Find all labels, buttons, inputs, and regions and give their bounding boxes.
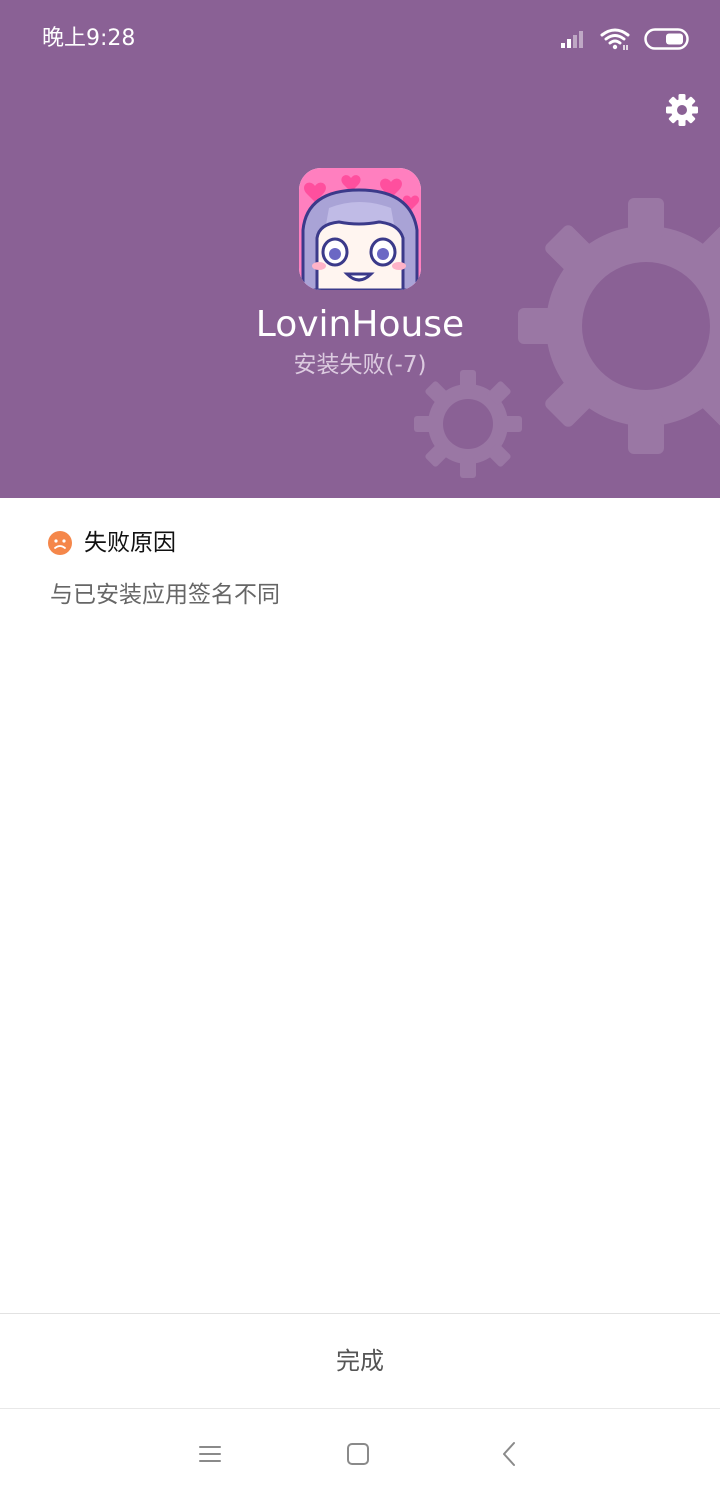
failure-reason-heading: 失败原因 bbox=[48, 526, 176, 560]
wifi-icon bbox=[600, 28, 630, 50]
install-status: 安装失败(-7) bbox=[293, 352, 427, 378]
failure-reason-detail: 与已安装应用签名不同 bbox=[50, 582, 280, 608]
home-icon[interactable] bbox=[342, 1438, 374, 1470]
settings-gear-icon[interactable] bbox=[664, 92, 700, 128]
app-icon-artwork bbox=[299, 168, 421, 290]
header: 晚上9:28 LovinHouse 安装失败(-7) bbox=[0, 0, 720, 498]
status-time: 晚上9:28 bbox=[42, 26, 136, 51]
done-button[interactable]: 完成 bbox=[336, 1344, 384, 1378]
app-icon bbox=[299, 168, 421, 290]
status-icons bbox=[560, 24, 690, 54]
signal-icon bbox=[561, 31, 583, 48]
navigation-bar bbox=[0, 1410, 720, 1496]
menu-icon[interactable] bbox=[194, 1438, 226, 1470]
footer-bar: 完成 bbox=[0, 1313, 720, 1409]
battery-icon bbox=[644, 28, 689, 50]
background-small-gear-icon bbox=[414, 370, 522, 478]
app-name: LovinHouse bbox=[255, 304, 465, 345]
failure-reason-title: 失败原因 bbox=[84, 530, 176, 556]
sad-face-icon bbox=[48, 531, 72, 555]
back-icon[interactable] bbox=[494, 1438, 526, 1470]
